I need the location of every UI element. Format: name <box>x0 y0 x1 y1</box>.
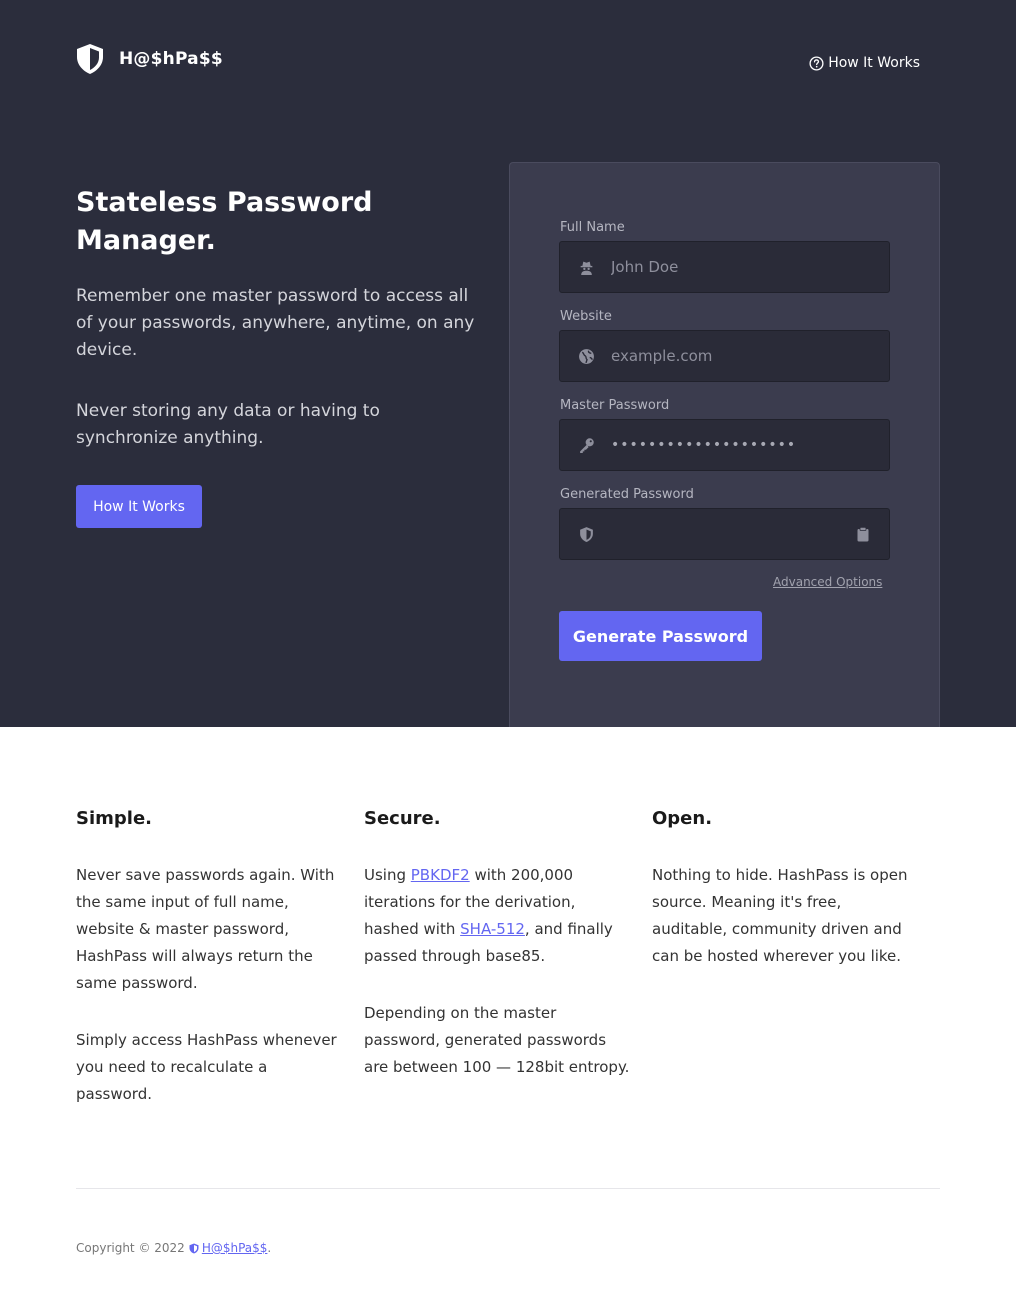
user-secret-icon <box>580 261 593 275</box>
password-form-card: Full Name Website Master Password <box>509 162 940 727</box>
copyright-text: Copyright © 2022 <box>76 1241 185 1255</box>
full-name-label: Full Name <box>560 220 625 235</box>
feature-open-text-1: Nothing to hide. HashPass is open source… <box>652 866 908 965</box>
nav-link-label: How It Works <box>828 55 920 71</box>
advanced-options-link[interactable]: Advanced Options <box>773 575 882 589</box>
feature-simple: Simple. Never save passwords again. With… <box>76 808 344 1138</box>
master-password-field-wrapper <box>559 419 890 471</box>
footer: Copyright © 2022 H@$hPa$$ . <box>76 1241 271 1255</box>
nav-how-it-works-link[interactable]: How It Works <box>809 55 920 71</box>
shield-icon <box>580 526 593 542</box>
generate-password-button[interactable]: Generate Password <box>559 611 762 661</box>
shield-icon <box>189 1243 199 1253</box>
sha512-link[interactable]: SHA-512 <box>460 920 525 938</box>
feature-open-title: Open. <box>652 808 713 829</box>
feature-secure-title: Secure. <box>364 808 441 829</box>
generated-password-label: Generated Password <box>560 487 694 502</box>
footer-divider <box>76 1188 940 1189</box>
hero-section: H@$hPa$$ How It Works Stateless Password… <box>0 0 1016 727</box>
generated-password-field-wrapper <box>559 508 890 560</box>
footer-brand-label: H@$hPa$$ <box>201 1241 268 1255</box>
feature-simple-text-1: Never save passwords again. With the sam… <box>76 866 335 992</box>
secure-text-part: Using <box>364 866 411 884</box>
footer-brand-link[interactable]: H@$hPa$$ <box>189 1241 268 1255</box>
feature-simple-title: Simple. <box>76 808 152 829</box>
feature-secure-text-1: Using PBKDF2 with 200,000 iterations for… <box>364 862 632 970</box>
full-name-input[interactable] <box>611 242 889 292</box>
generated-password-input[interactable] <box>611 509 855 559</box>
footer-trailing: . <box>267 1241 272 1255</box>
website-input[interactable] <box>611 331 889 381</box>
hero-title: Stateless Password Manager. <box>76 187 373 256</box>
shield-icon <box>77 44 103 74</box>
master-password-label: Master Password <box>560 398 670 413</box>
question-circle-icon <box>809 55 824 71</box>
how-it-works-button[interactable]: How It Works <box>76 485 202 528</box>
hero-paragraph-2: Never storing any data or having to sync… <box>76 401 380 448</box>
brand[interactable]: H@$hPa$$ <box>76 43 223 75</box>
feature-secure: Secure. Using PBKDF2 with 200,000 iterat… <box>364 808 632 1111</box>
master-password-input[interactable] <box>611 420 889 470</box>
globe-icon <box>579 348 594 364</box>
hero-paragraph-1: Remember one master password to access a… <box>76 286 475 360</box>
full-name-field-wrapper <box>559 241 890 293</box>
feature-secure-text-2: Depending on the master password, genera… <box>364 1004 630 1076</box>
key-icon <box>580 437 594 453</box>
brand-name: H@$hPa$$ <box>119 49 223 69</box>
pbkdf2-link[interactable]: PBKDF2 <box>411 866 470 884</box>
website-label: Website <box>560 309 612 324</box>
feature-open: Open. Nothing to hide. HashPass is open … <box>652 808 920 1000</box>
website-field-wrapper <box>559 330 890 382</box>
clipboard-icon[interactable] <box>855 526 871 542</box>
feature-simple-text-2: Simply access HashPass whenever you need… <box>76 1031 337 1103</box>
